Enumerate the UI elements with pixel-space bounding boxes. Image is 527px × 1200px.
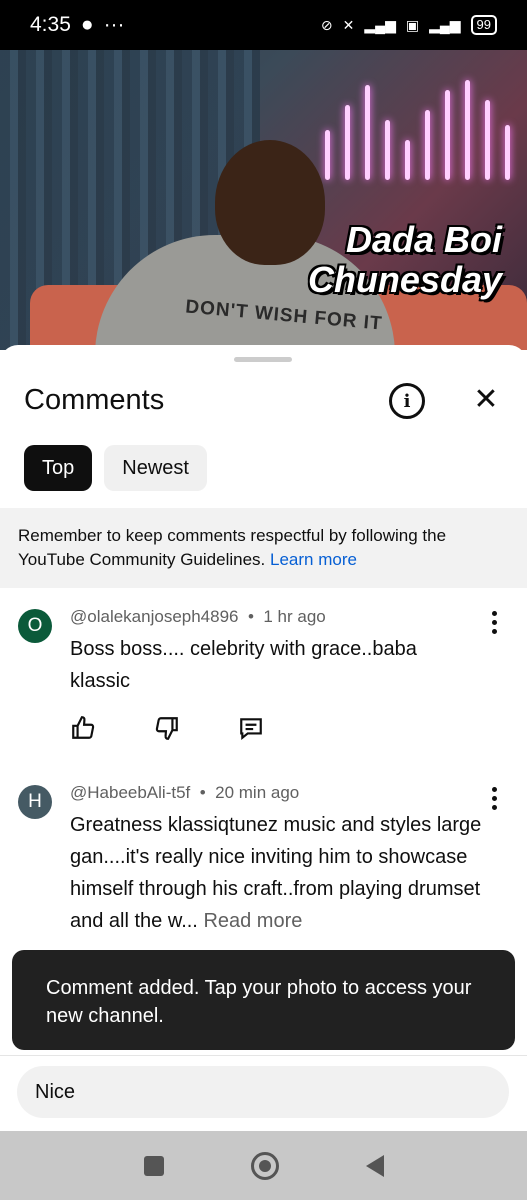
guidelines-notice: Remember to keep comments respectful by …: [0, 508, 527, 588]
comment-time: 20 min ago: [215, 783, 300, 802]
info-icon[interactable]: i: [389, 383, 425, 419]
comments-header: Comments i ✕: [24, 383, 503, 423]
comment-time: 1 hr ago: [263, 607, 326, 626]
show-logo: Dada Boi Chunesday: [307, 219, 502, 300]
home-icon[interactable]: [250, 1151, 279, 1180]
battery-indicator: 99: [470, 15, 497, 35]
comments-title: Comments: [24, 384, 165, 416]
recents-icon[interactable]: [143, 1155, 164, 1176]
notice-text: Remember to keep comments respectful by …: [18, 526, 447, 569]
comment-meta: @HabeebAli-t5f • 20 min ago: [70, 783, 300, 802]
comment-author[interactable]: @olalekanjoseph4896: [70, 607, 239, 626]
sort-chips: Top Newest: [24, 445, 207, 491]
like-icon[interactable]: [70, 715, 96, 746]
chip-newest[interactable]: Newest: [104, 445, 207, 491]
comment-text: Greatness klassiqtunez music and styles …: [70, 814, 482, 932]
snackbar-toast: Comment added. Tap your photo to access …: [12, 950, 515, 1050]
chat-notification-icon: ●: [80, 13, 94, 36]
avatar[interactable]: O: [18, 609, 52, 643]
more-options-icon[interactable]: [491, 787, 497, 810]
more-notifications-icon: ···: [103, 13, 125, 36]
clock: 4:35: [30, 13, 71, 36]
drag-handle[interactable]: [234, 357, 292, 362]
more-options-icon[interactable]: [491, 611, 497, 634]
comment-input[interactable]: [17, 1066, 509, 1118]
comment-author[interactable]: @HabeebAli-t5f: [70, 783, 190, 802]
reply-icon[interactable]: [238, 715, 264, 746]
signal-4g-icon: ▂▄▆: [429, 16, 461, 33]
chip-top[interactable]: Top: [24, 445, 93, 491]
system-nav-bar: [0, 1131, 527, 1200]
video-player[interactable]: DON'T WISH FOR IT Dada Boi Chunesday: [0, 50, 527, 350]
volte-icon: ▣: [405, 16, 420, 33]
comment-text: Boss boss.... celebrity with grace..baba…: [70, 638, 417, 692]
status-bar: 4:35 ● ··· ⊘ ✕ ▂▄▆ ▣ ▂▄▆ 99: [0, 0, 527, 50]
learn-more-link[interactable]: Learn more: [270, 550, 357, 569]
comment-actions: [70, 715, 264, 746]
link-icon: ⊘: [320, 16, 333, 33]
read-more-link[interactable]: Read more: [203, 910, 302, 932]
neon-lights: [320, 70, 520, 180]
comments-sheet: Comments i ✕ Top Newest Remember to keep…: [0, 345, 527, 1200]
mute-icon: ✕: [342, 16, 355, 33]
comment-meta: @olalekanjoseph4896 • 1 hr ago: [70, 607, 326, 626]
back-icon[interactable]: [365, 1154, 384, 1177]
comment-input-row: [0, 1055, 527, 1134]
avatar[interactable]: H: [18, 785, 52, 819]
dislike-icon[interactable]: [154, 715, 180, 746]
signal-icon: ▂▄▆: [364, 16, 396, 33]
close-icon[interactable]: ✕: [469, 383, 503, 417]
